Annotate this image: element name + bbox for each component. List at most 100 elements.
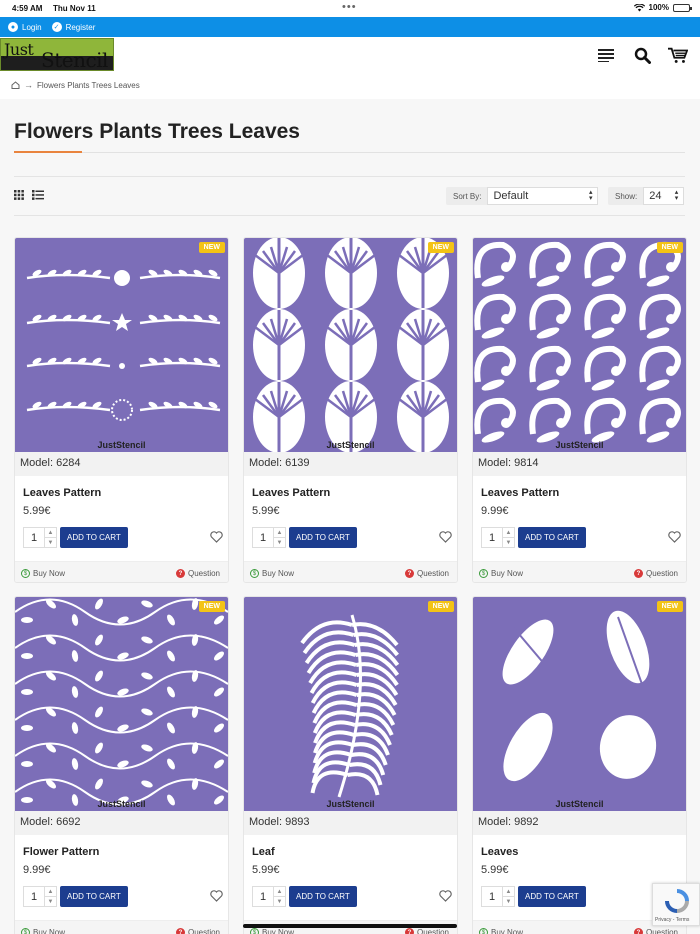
quantity-up-icon[interactable]: ▲ bbox=[45, 887, 56, 896]
quantity-stepper[interactable]: 1 ▲ ▼ bbox=[252, 886, 286, 907]
show-select[interactable]: 24 ▴ ▾ bbox=[643, 187, 685, 205]
question-link[interactable]: ? Question bbox=[633, 569, 678, 578]
register-link[interactable]: ✓ Register bbox=[51, 22, 95, 32]
quantity-down-icon[interactable]: ▼ bbox=[274, 537, 285, 547]
product-image[interactable]: JustStencil NEW bbox=[15, 597, 228, 811]
product-image-brand: JustStencil bbox=[555, 440, 604, 450]
quantity-stepper[interactable]: 1 ▲ ▼ bbox=[23, 886, 57, 907]
product-image[interactable]: JustStencil NEW bbox=[244, 597, 457, 811]
multitask-dots-icon[interactable]: ••• bbox=[342, 1, 357, 13]
add-to-cart-button[interactable]: ADD TO CART bbox=[518, 886, 586, 907]
divider bbox=[14, 215, 685, 216]
quantity-up-icon[interactable]: ▲ bbox=[274, 887, 285, 896]
sort-control: Sort By: Default ▴ ▾ bbox=[446, 187, 599, 205]
buy-now-link[interactable]: $ Buy Now bbox=[250, 928, 294, 934]
quantity-input[interactable]: 1 bbox=[253, 887, 273, 906]
question-link[interactable]: ? Question bbox=[404, 569, 449, 578]
product-price: 9.99€ bbox=[23, 864, 51, 876]
list-view-icon[interactable] bbox=[32, 190, 44, 200]
heart-icon[interactable] bbox=[210, 530, 223, 548]
battery-percent: 100% bbox=[648, 3, 669, 12]
quantity-input[interactable]: 1 bbox=[24, 528, 44, 547]
add-to-cart-button[interactable]: ADD TO CART bbox=[60, 527, 128, 548]
recaptcha-badge[interactable]: Privacy - Terms bbox=[652, 883, 700, 926]
product-card[interactable]: JustStencil NEW Model: 6284 Leaves Patte… bbox=[14, 237, 229, 583]
quantity-input[interactable]: 1 bbox=[24, 887, 44, 906]
product-name[interactable]: Leaf bbox=[252, 846, 275, 858]
question-link[interactable]: ? Question bbox=[175, 569, 220, 578]
product-image[interactable]: JustStencil NEW bbox=[244, 238, 457, 452]
new-badge: NEW bbox=[427, 242, 454, 253]
buy-now-link[interactable]: $ Buy Now bbox=[479, 569, 523, 578]
breadcrumb: → Flowers Plants Trees Leaves bbox=[11, 80, 140, 90]
user-icon: ● bbox=[8, 22, 18, 32]
product-card[interactable]: JustStencil NEW Model: 9814 Leaves Patte… bbox=[472, 237, 687, 583]
product-image[interactable]: JustStencil NEW bbox=[15, 238, 228, 452]
question-icon: ? bbox=[175, 928, 185, 934]
site-logo[interactable]: Just Stencil bbox=[0, 38, 114, 72]
product-name[interactable]: Leaves Pattern bbox=[252, 487, 330, 499]
add-to-cart-button[interactable]: ADD TO CART bbox=[60, 886, 128, 907]
sort-label: Sort By: bbox=[453, 191, 482, 201]
product-name[interactable]: Flower Pattern bbox=[23, 846, 99, 858]
heart-icon[interactable] bbox=[439, 889, 452, 907]
menu-icon[interactable] bbox=[596, 46, 616, 64]
product-card[interactable]: JustStencil NEW Model: 6139 Leaves Patte… bbox=[243, 237, 458, 583]
product-price: 9.99€ bbox=[481, 505, 509, 517]
login-link[interactable]: ● Login bbox=[8, 22, 42, 32]
logo-text-just: Just bbox=[4, 40, 34, 59]
quantity-down-icon[interactable]: ▼ bbox=[274, 896, 285, 906]
quantity-down-icon[interactable]: ▼ bbox=[503, 537, 514, 547]
product-card-footer: $ Buy Now ? Question bbox=[15, 561, 228, 582]
quantity-input[interactable]: 1 bbox=[253, 528, 273, 547]
add-to-cart-button[interactable]: ADD TO CART bbox=[518, 527, 586, 548]
question-icon: ? bbox=[633, 928, 643, 934]
quantity-down-icon[interactable]: ▼ bbox=[503, 896, 514, 906]
quantity-stepper[interactable]: 1 ▲ ▼ bbox=[252, 527, 286, 548]
quantity-up-icon[interactable]: ▲ bbox=[503, 887, 514, 896]
heart-icon[interactable] bbox=[210, 889, 223, 907]
sort-select[interactable]: Default ▴ ▾ bbox=[487, 187, 599, 205]
cart-icon[interactable] bbox=[668, 46, 688, 64]
product-card[interactable]: JustStencil NEW Model: 6692 Flower Patte… bbox=[14, 596, 229, 934]
product-card-footer: $ Buy Now ? Question bbox=[15, 920, 228, 934]
quantity-up-icon[interactable]: ▲ bbox=[503, 528, 514, 537]
show-label: Show: bbox=[615, 191, 638, 201]
quantity-input[interactable]: 1 bbox=[482, 887, 502, 906]
quantity-down-icon[interactable]: ▼ bbox=[45, 896, 56, 906]
heart-icon[interactable] bbox=[439, 530, 452, 548]
quantity-stepper[interactable]: 1 ▲ ▼ bbox=[481, 527, 515, 548]
new-badge: NEW bbox=[198, 601, 225, 612]
home-icon[interactable] bbox=[11, 81, 20, 89]
product-card[interactable]: JustStencil NEW Model: 9893 Leaf 5.99€ 1… bbox=[243, 596, 458, 934]
quantity-down-icon[interactable]: ▼ bbox=[45, 537, 56, 547]
product-image[interactable]: JustStencil NEW bbox=[473, 597, 686, 811]
product-name[interactable]: Leaves Pattern bbox=[481, 487, 559, 499]
add-to-cart-button[interactable]: ADD TO CART bbox=[289, 527, 357, 548]
add-to-cart-button[interactable]: ADD TO CART bbox=[289, 886, 357, 907]
buy-now-link[interactable]: $ Buy Now bbox=[21, 569, 65, 578]
quantity-stepper[interactable]: 1 ▲ ▼ bbox=[481, 886, 515, 907]
buy-now-link[interactable]: $ Buy Now bbox=[479, 928, 523, 934]
buy-now-link[interactable]: $ Buy Now bbox=[250, 569, 294, 578]
wifi-icon bbox=[633, 3, 645, 11]
heart-icon[interactable] bbox=[668, 530, 681, 548]
quantity-stepper[interactable]: 1 ▲ ▼ bbox=[23, 527, 57, 548]
question-link[interactable]: ? Question bbox=[175, 928, 220, 934]
product-name[interactable]: Leaves Pattern bbox=[23, 487, 101, 499]
grid-view-icon[interactable] bbox=[14, 190, 24, 200]
search-icon[interactable] bbox=[632, 46, 652, 64]
breadcrumb-current[interactable]: Flowers Plants Trees Leaves bbox=[37, 81, 140, 90]
question-icon: ? bbox=[404, 928, 414, 934]
quantity-input[interactable]: 1 bbox=[482, 528, 502, 547]
quantity-up-icon[interactable]: ▲ bbox=[45, 528, 56, 537]
check-icon: ✓ bbox=[51, 22, 62, 32]
product-name[interactable]: Leaves bbox=[481, 846, 518, 858]
question-link[interactable]: ? Question bbox=[633, 928, 678, 934]
product-image[interactable]: JustStencil NEW bbox=[473, 238, 686, 452]
product-card-footer: $ Buy Now ? Question bbox=[244, 561, 457, 582]
question-link[interactable]: ? Question bbox=[404, 928, 449, 934]
quantity-up-icon[interactable]: ▲ bbox=[274, 528, 285, 537]
buy-now-link[interactable]: $ Buy Now bbox=[21, 928, 65, 934]
breadcrumb-arrow-icon: → bbox=[24, 80, 33, 90]
